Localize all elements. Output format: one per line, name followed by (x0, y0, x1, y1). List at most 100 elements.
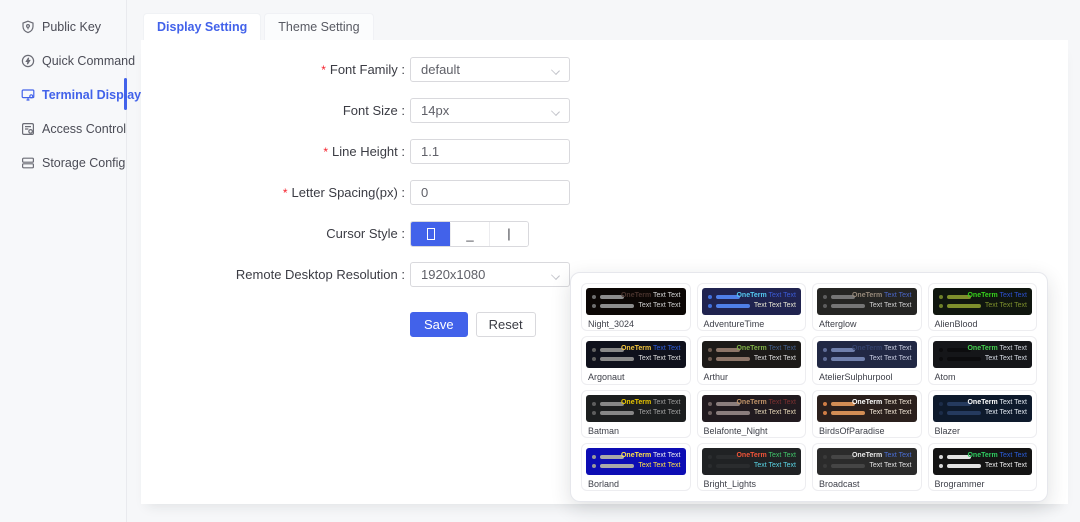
tab-display-setting[interactable]: Display Setting (143, 13, 261, 40)
preview-highlight-text: OneTerm (967, 452, 997, 459)
cursor-underscore-option[interactable]: _ (450, 223, 489, 247)
sidebar-item-terminal-display[interactable]: Terminal Display (0, 78, 126, 112)
preview-dot (823, 295, 827, 299)
preview-line1-text: Text Text (882, 399, 911, 406)
theme-card-AtelierSulphurpool[interactable]: OneTerm Text TextText Text TextAtelierSu… (812, 336, 922, 384)
preview-highlight-text: OneTerm (736, 345, 766, 352)
theme-card-AlienBlood[interactable]: OneTerm Text TextText Text TextAlienBloo… (928, 283, 1038, 331)
theme-terminal-preview: OneTerm Text TextText Text Text (817, 395, 917, 422)
preview-text: OneTerm Text TextText Text Text (967, 398, 1027, 418)
theme-card-Afterglow[interactable]: OneTerm Text TextText Text TextAfterglow (812, 283, 922, 331)
theme-name: Borland (586, 479, 686, 489)
theme-card-Brogrammer[interactable]: OneTerm Text TextText Text TextBrogramme… (928, 443, 1038, 491)
theme-name: Atom (933, 372, 1033, 382)
preview-line1-text: Text Text (767, 452, 796, 459)
theme-card-Blazer[interactable]: OneTerm Text TextText Text Text Blazer (928, 390, 1038, 438)
preview-text: OneTerm Text TextText Text Text (736, 344, 796, 364)
line-height-input[interactable] (410, 139, 570, 164)
font-family-select[interactable]: default (410, 57, 570, 82)
preview-line1-text: Text Text (767, 345, 796, 352)
resolution-select[interactable]: 1920x1080 (410, 262, 570, 287)
theme-card-Night_3024[interactable]: OneTerm Text TextText Text TextNight_302… (581, 283, 691, 331)
preview-highlight-text: OneTerm (621, 399, 651, 406)
preview-dot (592, 464, 596, 468)
preview-line1-text: Text Text (651, 399, 680, 406)
preview-highlight-text: OneTerm (852, 292, 882, 299)
sidebar-item-storage-config[interactable]: Storage Config (0, 146, 126, 180)
preview-highlight-text: OneTerm (621, 452, 651, 459)
theme-name: BirdsOfParadise (817, 426, 917, 436)
cursor-bar-option[interactable]: | (489, 222, 528, 246)
theme-name: Blazer (933, 426, 1033, 436)
theme-grid: OneTerm Text TextText Text TextNight_302… (581, 283, 1037, 491)
theme-card-Arthur[interactable]: OneTerm Text TextText Text TextArthur (697, 336, 807, 384)
terminal-display-icon (21, 88, 35, 102)
sidebar-item-public-key[interactable]: Public Key (0, 10, 126, 44)
preview-highlight-text: OneTerm (621, 292, 651, 299)
theme-name: Bright_Lights (702, 479, 802, 489)
theme-card-Belafonte_Night[interactable]: OneTerm Text TextText Text TextBelafonte… (697, 390, 807, 438)
reset-button[interactable]: Reset (476, 312, 536, 337)
preview-dot (823, 411, 827, 415)
theme-card-Broadcast[interactable]: OneTerm Text TextText Text TextBroadcast (812, 443, 922, 491)
letter-spacing-input[interactable] (410, 180, 570, 205)
theme-card-Bright_Lights[interactable]: OneTerm Text TextText Text Text Bright_Li… (697, 443, 807, 491)
preview-text: OneTerm Text TextText Text Text (852, 398, 912, 418)
preview-line2-text: Text Text Text (852, 408, 912, 418)
theme-card-Borland[interactable]: OneTerm Text TextText Text Text Borland (581, 443, 691, 491)
preview-line1-text: Text Text (651, 452, 680, 459)
preview-dot (592, 455, 596, 459)
theme-terminal-preview: OneTerm Text TextText Text Text (702, 395, 802, 422)
save-button[interactable]: Save (410, 312, 468, 337)
theme-terminal-preview: OneTerm Text TextText Text Text (933, 448, 1033, 475)
sidebar-active-indicator (124, 78, 127, 110)
preview-line1-text: Text Text (767, 292, 796, 299)
preview-dot (939, 295, 943, 299)
sidebar-item-quick-command[interactable]: Quick Command (0, 44, 126, 78)
font-size-select[interactable]: 14px (410, 98, 570, 123)
resolution-label: Remote Desktop Resolution : (141, 267, 405, 282)
theme-card-Atom[interactable]: OneTerm Text TextText Text Text Atom (928, 336, 1038, 384)
theme-terminal-preview: OneTerm Text TextText Text Text (702, 448, 802, 475)
sidebar: Public Key Quick Command Terminal Displa… (0, 0, 127, 522)
theme-name: Batman (586, 426, 686, 436)
preview-line2-text: Text Text Text (621, 408, 681, 418)
preview-line1-text: Text Text (882, 345, 911, 352)
cursor-style-row: Cursor Style : _ | (141, 221, 1068, 246)
preview-text: OneTerm Text TextText Text Text (736, 291, 796, 311)
preview-dot (823, 357, 827, 361)
theme-terminal-preview: OneTerm Text TextText Text Text (933, 341, 1033, 368)
tab-theme-setting[interactable]: Theme Setting (264, 13, 373, 40)
required-mark: * (283, 186, 288, 200)
preview-dot (939, 411, 943, 415)
preview-text: OneTerm Text Text Text Text Text (621, 398, 681, 418)
sidebar-item-label: Access Control (42, 122, 126, 136)
preview-dot (592, 411, 596, 415)
preview-highlight-text: OneTerm (736, 452, 766, 459)
preview-line1-text: Text Text (998, 399, 1027, 406)
theme-card-Batman[interactable]: OneTerm Text Text Text Text Text Batman (581, 390, 691, 438)
theme-name: Afterglow (817, 319, 917, 329)
theme-preview-popup: OneTerm Text TextText Text TextNight_302… (570, 272, 1048, 502)
preview-dot (592, 304, 596, 308)
theme-terminal-preview: OneTerm Text TextText Text Text (702, 341, 802, 368)
preview-dot (592, 295, 596, 299)
line-height-row: *Line Height : (141, 139, 1068, 164)
settings-tabs: Display Setting Theme Setting (143, 13, 377, 40)
sidebar-item-access-control[interactable]: Access Control (0, 112, 126, 146)
theme-card-AdventureTime[interactable]: OneTerm Text TextText Text TextAdventure… (697, 283, 807, 331)
preview-dot (823, 402, 827, 406)
preview-dot (708, 455, 712, 459)
cursor-block-option[interactable] (411, 222, 450, 246)
theme-terminal-preview: OneTerm Text TextText Text Text (586, 448, 686, 475)
theme-card-BirdsOfParadise[interactable]: OneTerm Text TextText Text TextBirdsOfPa… (812, 390, 922, 438)
letter-spacing-row: *Letter Spacing(px) : (141, 180, 1068, 205)
required-mark: * (321, 63, 326, 77)
font-family-label: *Font Family : (141, 62, 405, 77)
preview-dot (939, 348, 943, 352)
preview-text: OneTerm Text TextText Text Text (967, 451, 1027, 471)
theme-card-Argonaut[interactable]: OneTerm Text TextText Text TextArgonaut (581, 336, 691, 384)
theme-name: AlienBlood (933, 319, 1033, 329)
theme-terminal-preview: OneTerm Text TextText Text Text (586, 288, 686, 315)
preview-line2-text: Text Text Text (967, 301, 1027, 311)
